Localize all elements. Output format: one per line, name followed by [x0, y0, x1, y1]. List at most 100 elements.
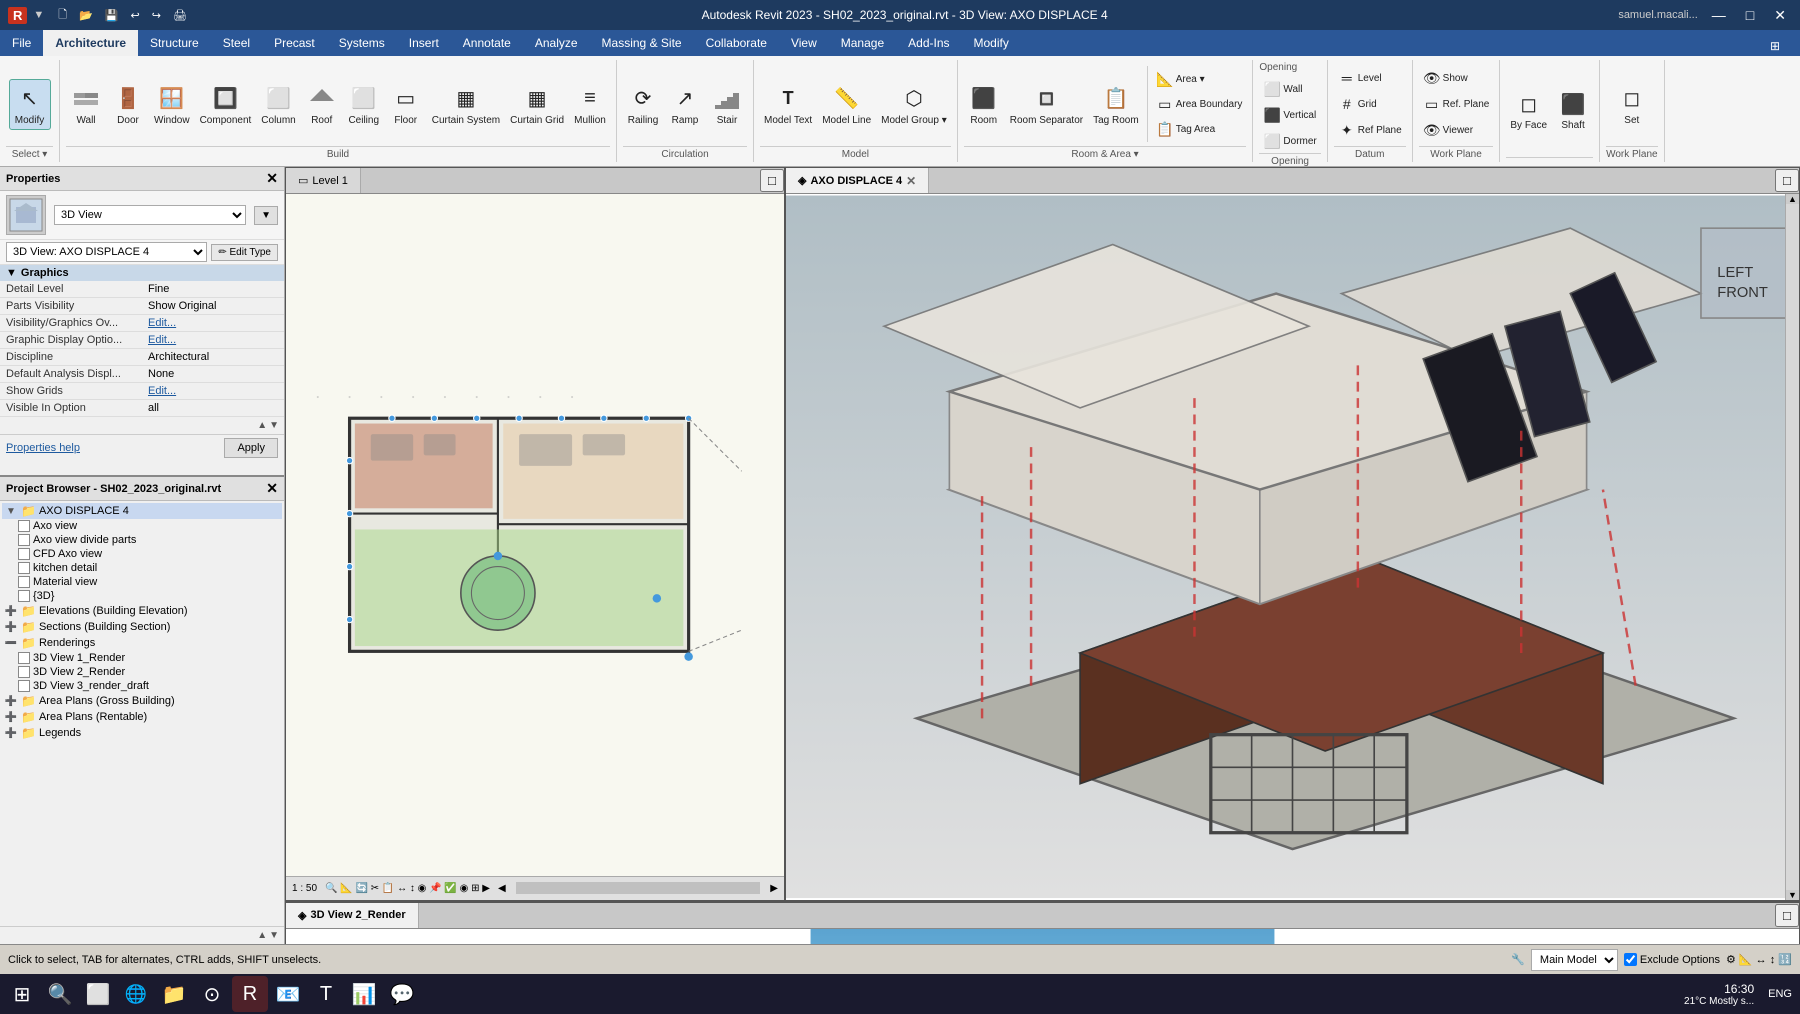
root-toggle[interactable]: ▼ [4, 504, 18, 518]
component-btn[interactable]: 🔲 Component [196, 80, 256, 129]
tree-item-material[interactable]: Material view [2, 575, 282, 589]
scroll-down-arrow[interactable]: ▼ [268, 419, 280, 432]
taskview-btn[interactable]: ⬜ [80, 976, 116, 1012]
tree-group-sections[interactable]: ➕ 📁 Sections (Building Section) [2, 619, 282, 635]
toggle[interactable]: ➕ [4, 620, 18, 634]
ref-plane-btn2[interactable]: ▭ Ref. Plane [1419, 92, 1494, 116]
chrome-btn[interactable]: ⊙ [194, 976, 230, 1012]
tab-analyze[interactable]: Analyze [523, 30, 590, 56]
apply-btn[interactable]: Apply [224, 438, 278, 458]
tab-steel[interactable]: Steel [211, 30, 262, 56]
tab-manage[interactable]: Manage [829, 30, 896, 56]
model-text-btn[interactable]: T Model Text [760, 80, 816, 129]
revit-btn[interactable]: R [232, 976, 268, 1012]
wall-btn[interactable]: Wall [66, 80, 106, 129]
render-maximize[interactable]: □ [1775, 904, 1799, 927]
railing-btn[interactable]: ⟳ Railing [623, 80, 663, 129]
render-canvas[interactable] [286, 929, 1799, 944]
prop-value[interactable]: None [142, 366, 284, 383]
opening-wall-btn[interactable]: ⬜ Wall [1259, 77, 1306, 101]
tree-item-cfd[interactable]: CFD Axo view [2, 547, 282, 561]
h-scrollbar[interactable] [516, 882, 761, 894]
tree-scroll-up[interactable]: ▲ [256, 929, 268, 942]
tab-annotate[interactable]: Annotate [451, 30, 523, 56]
print-btn[interactable]: 🖨 [169, 4, 191, 27]
axo-vscroll[interactable]: ▲ ▼ [1785, 194, 1799, 900]
model-select[interactable]: Main Model [1531, 949, 1618, 971]
graphic-display-edit[interactable]: Edit... [142, 332, 284, 349]
undo-btn[interactable]: ↩ [127, 4, 144, 27]
properties-close[interactable]: ✕ [266, 170, 278, 187]
roof-btn[interactable]: Roof [302, 80, 342, 129]
tree-item-3d[interactable]: {3D} [2, 589, 282, 603]
redo-btn[interactable]: ↪ [148, 4, 165, 27]
toggle[interactable]: ➖ [4, 636, 18, 650]
checkbox[interactable] [18, 548, 30, 560]
prop-value[interactable]: all [142, 400, 284, 417]
tab-modify[interactable]: Modify [962, 30, 1021, 56]
tree-root[interactable]: ▼ 📁 AXO DISPLACE 4 [2, 503, 282, 519]
view-selector[interactable]: 3D View: AXO DISPLACE 4 [6, 242, 207, 262]
tab-systems[interactable]: Systems [327, 30, 397, 56]
model-group-btn[interactable]: ⬡ Model Group ▾ [877, 80, 951, 129]
checkbox[interactable] [18, 534, 30, 546]
minimize-btn[interactable]: — [1706, 7, 1732, 23]
tab-collaborate[interactable]: Collaborate [694, 30, 779, 56]
tree-scroll-down[interactable]: ▼ [268, 929, 280, 942]
area-btn[interactable]: 📐 Area ▾ [1152, 67, 1209, 91]
level1-maximize[interactable]: □ [760, 169, 784, 192]
axo-maximize[interactable]: □ [1775, 169, 1799, 192]
room-separator-btn[interactable]: 🔲 Room Separator [1006, 80, 1087, 129]
search-btn[interactable]: 🔍 [42, 976, 78, 1012]
tree-group-area-plans-rentable[interactable]: ➕ 📁 Area Plans (Rentable) [2, 709, 282, 725]
grid-btn[interactable]: # Grid [1334, 92, 1381, 116]
level-btn[interactable]: ═ Level [1334, 66, 1386, 90]
right-scroll[interactable]: ▶ [770, 883, 778, 894]
maximize-btn[interactable]: □ [1740, 7, 1760, 23]
edit-type-btn[interactable]: ✏ Edit Type [211, 244, 278, 261]
window-btn[interactable]: 🪟 Window [150, 80, 194, 129]
new-btn[interactable]: 🗋 [54, 4, 71, 27]
column-btn[interactable]: ⬜ Column [257, 80, 299, 129]
opening-dormer-btn[interactable]: ⬜ Dormer [1259, 129, 1320, 153]
tree-item-kitchen[interactable]: kitchen detail [2, 561, 282, 575]
tab-addins[interactable]: Add-Ins [896, 30, 961, 56]
tree-item-render3[interactable]: 3D View 3_render_draft [2, 679, 282, 693]
tab-contextual[interactable]: ⊞ [1758, 36, 1792, 56]
prop-value[interactable]: Architectural [142, 349, 284, 366]
axo-tab-close[interactable]: ✕ [906, 174, 916, 188]
tree-item-axo-divide[interactable]: Axo view divide parts [2, 533, 282, 547]
axo-canvas[interactable]: LEFT FRONT [786, 194, 1799, 900]
tab-view[interactable]: View [779, 30, 829, 56]
viewer-btn[interactable]: 👁 Viewer [1419, 118, 1477, 142]
set-btn[interactable]: ◻ Set [1612, 80, 1652, 129]
axo-tab[interactable]: ◈ AXO DISPLACE 4 ✕ [786, 168, 929, 193]
project-browser-close[interactable]: ✕ [266, 480, 278, 497]
toggle[interactable]: ➕ [4, 604, 18, 618]
render-tab[interactable]: ◈ 3D View 2_Render [286, 903, 419, 928]
ceiling-btn[interactable]: ⬜ Ceiling [344, 80, 384, 129]
exclude-checkbox[interactable] [1624, 953, 1637, 966]
toggle[interactable]: ➕ [4, 710, 18, 724]
tag-area-btn[interactable]: 📋 Tag Area [1152, 117, 1219, 141]
scroll-up-arrow[interactable]: ▲ [256, 419, 268, 432]
tree-item-axo-view[interactable]: Axo view [2, 519, 282, 533]
ramp-btn[interactable]: ↗ Ramp [665, 80, 705, 129]
tab-massing[interactable]: Massing & Site [590, 30, 694, 56]
left-scroll[interactable]: ◀ [498, 883, 506, 894]
show-btn[interactable]: 👁 Show [1419, 66, 1472, 90]
tree-group-area-plans-gross[interactable]: ➕ 📁 Area Plans (Gross Building) [2, 693, 282, 709]
area-boundary-btn[interactable]: ▭ Area Boundary [1152, 92, 1247, 116]
stair-btn[interactable]: Stair [707, 80, 747, 129]
curtain-grid-btn[interactable]: ▦ Curtain Grid [506, 80, 568, 129]
checkbox[interactable] [18, 562, 30, 574]
excel-btn[interactable]: 📊 [346, 976, 382, 1012]
checkbox[interactable] [18, 520, 30, 532]
tab-insert[interactable]: Insert [397, 30, 451, 56]
tree-item-render2[interactable]: 3D View 2_Render [2, 665, 282, 679]
outlook-btn[interactable]: 📧 [270, 976, 306, 1012]
tree-group-elevations[interactable]: ➕ 📁 Elevations (Building Elevation) [2, 603, 282, 619]
tree-group-legends[interactable]: ➕ 📁 Legends [2, 725, 282, 741]
toggle[interactable]: ➕ [4, 726, 18, 740]
checkbox[interactable] [18, 590, 30, 602]
